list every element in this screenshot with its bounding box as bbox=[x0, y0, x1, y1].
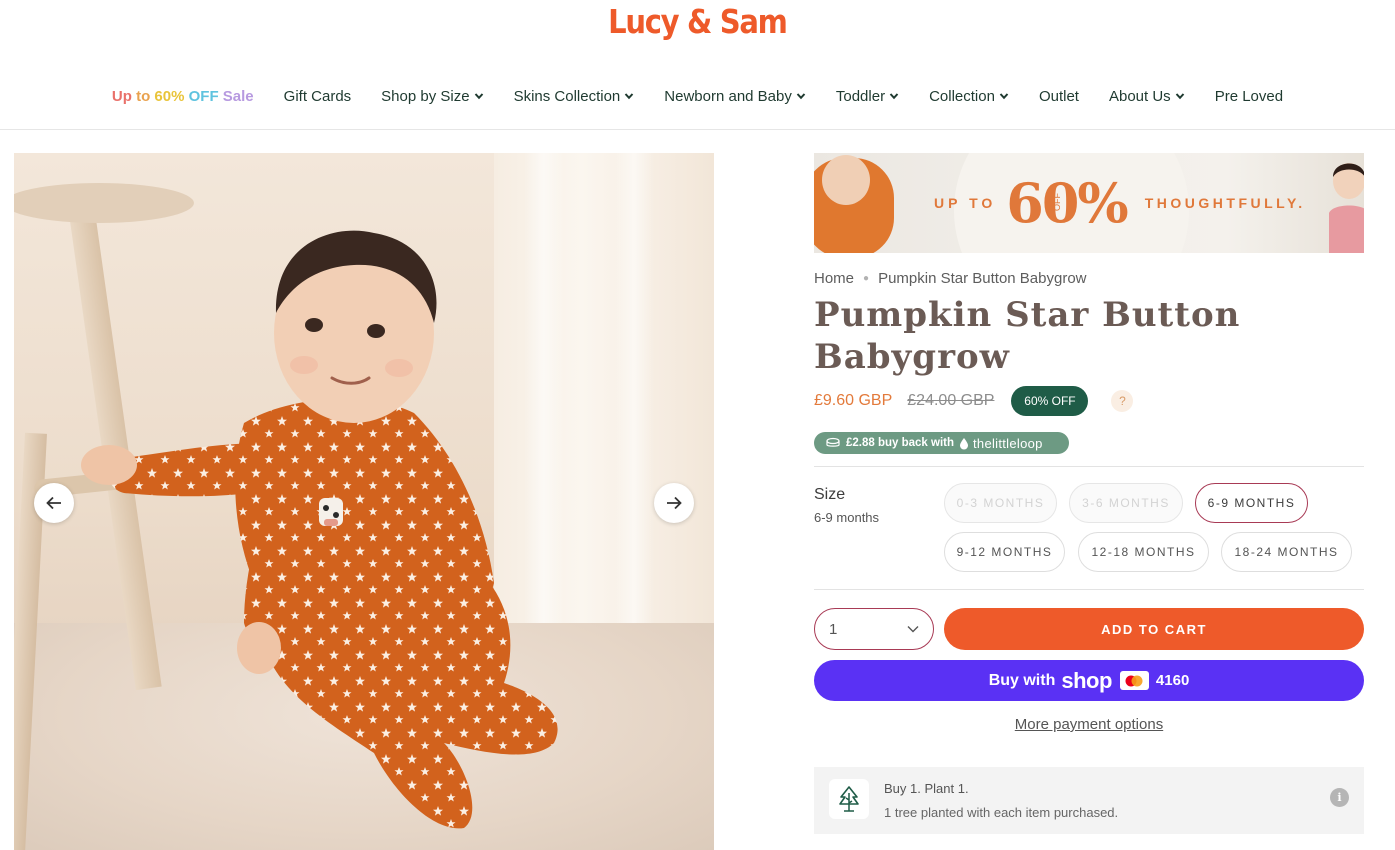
banner-off: OFF bbox=[1052, 193, 1062, 211]
nav-label: Gift Cards bbox=[283, 87, 352, 105]
nav-item-shop-by-size[interactable]: Shop by Size bbox=[381, 86, 483, 106]
breadcrumb-home[interactable]: Home bbox=[814, 270, 854, 287]
product-title: Pumpkin Star Button Babygrow bbox=[814, 295, 1241, 377]
chevron-down-icon bbox=[1175, 93, 1184, 100]
chevron-down-icon bbox=[889, 93, 899, 100]
info-icon[interactable]: i bbox=[1330, 788, 1349, 807]
shop-pay-prefix: Buy with bbox=[988, 671, 1056, 689]
banner-up-to: UP TO bbox=[934, 195, 997, 211]
nav-item-about-us[interactable]: About Us bbox=[1109, 86, 1185, 106]
nav-item-toddler[interactable]: Toddler bbox=[836, 86, 899, 106]
banner-text: UP TO 60% THOUGHTFULLY. bbox=[934, 171, 1306, 235]
main-nav: Up to 60% OFF Sale Gift Cards Shop by Si… bbox=[0, 86, 1395, 106]
chevron-down-icon bbox=[796, 93, 806, 100]
breadcrumb-current: Pumpkin Star Button Babygrow bbox=[878, 270, 1087, 287]
quantity-select[interactable]: 1 bbox=[814, 608, 934, 650]
header-divider bbox=[0, 129, 1395, 130]
nav-item-pre-loved[interactable]: Pre Loved bbox=[1215, 86, 1283, 106]
arrow-left-icon bbox=[46, 496, 61, 510]
nav-item-sale[interactable]: Up to 60% OFF Sale bbox=[112, 86, 254, 106]
nav-label: Newborn and Baby bbox=[664, 87, 792, 105]
nav-item-outlet[interactable]: Outlet bbox=[1039, 86, 1079, 106]
quantity-value: 1 bbox=[829, 620, 838, 638]
nav-item-newborn-and-baby[interactable]: Newborn and Baby bbox=[664, 86, 806, 106]
buyback-text: £2.88 buy back with bbox=[846, 437, 955, 449]
arrow-right-icon bbox=[667, 496, 682, 510]
chevron-down-icon bbox=[474, 93, 483, 100]
divider bbox=[814, 589, 1364, 590]
plant-title: Buy 1. Plant 1. bbox=[884, 781, 969, 796]
size-option-9-12-months[interactable]: 9-12 MONTHS bbox=[944, 532, 1065, 572]
sale-price: £9.60 GBP bbox=[814, 392, 893, 409]
baby-illustration bbox=[81, 230, 558, 829]
coins-icon bbox=[826, 437, 840, 447]
buyback-badge[interactable]: £2.88 buy back with thelittleloop bbox=[814, 432, 1069, 454]
nav-item-gift-cards[interactable]: Gift Cards bbox=[284, 86, 352, 106]
nav-label: Collection bbox=[929, 87, 995, 105]
sale-word-to: to bbox=[131, 87, 155, 105]
nav-label: Outlet bbox=[1038, 87, 1079, 105]
sale-word-up: Up bbox=[111, 87, 132, 105]
product-image bbox=[14, 153, 714, 850]
chevron-down-icon bbox=[625, 93, 634, 100]
sale-word-sale: Sale bbox=[218, 87, 254, 105]
compare-price: £24.00 GBP bbox=[907, 392, 995, 409]
banner-percent: 60% bbox=[1006, 171, 1128, 235]
nav-label: About Us bbox=[1108, 87, 1171, 105]
nav-label: Pre Loved bbox=[1214, 87, 1284, 105]
loop-drop-icon bbox=[960, 437, 969, 449]
card-last4: 4160 bbox=[1155, 672, 1190, 689]
banner-tagline: THOUGHTFULLY. bbox=[1144, 195, 1306, 211]
size-option-0-3-months[interactable]: 0-3 MONTHS bbox=[944, 483, 1057, 523]
nav-label: Shop by Size bbox=[381, 87, 470, 105]
price-row: £9.60 GBP £24.00 GBP 60% OFF ? bbox=[814, 386, 1134, 416]
sale-word-percent: 60% bbox=[154, 87, 185, 105]
logo[interactable]: Lucy & Sam bbox=[0, 2, 1395, 41]
nav-label: Toddler bbox=[835, 87, 886, 105]
prev-image-button[interactable] bbox=[34, 483, 74, 523]
size-option-18-24-months[interactable]: 18-24 MONTHS bbox=[1221, 532, 1352, 572]
nav-label: Skins Collection bbox=[513, 87, 621, 105]
buyback-brand: thelittleloop bbox=[973, 435, 1043, 451]
size-selected-value: 6-9 months bbox=[814, 510, 880, 525]
discount-badge: 60% OFF bbox=[1011, 386, 1089, 416]
plant-a-tree-box: Buy 1. Plant 1. 1 tree planted with each… bbox=[814, 767, 1364, 834]
size-option-12-18-months[interactable]: 12-18 MONTHS bbox=[1078, 532, 1209, 572]
nav-item-skins-collection[interactable]: Skins Collection bbox=[514, 86, 635, 106]
help-icon[interactable]: ? bbox=[1111, 390, 1134, 412]
size-option-3-6-months[interactable]: 3-6 MONTHS bbox=[1069, 483, 1183, 523]
next-image-button[interactable] bbox=[654, 483, 694, 523]
divider bbox=[814, 466, 1364, 467]
nav-item-collection[interactable]: Collection bbox=[929, 86, 1009, 106]
add-to-cart-button[interactable]: ADD TO CART bbox=[944, 608, 1364, 650]
breadcrumb-separator: ● bbox=[863, 273, 870, 284]
promo-banner[interactable]: UP TO 60% THOUGHTFULLY. OFF bbox=[814, 153, 1364, 253]
banner-baby-head bbox=[822, 155, 870, 205]
more-payment-options-link[interactable]: More payment options bbox=[814, 716, 1364, 733]
mastercard-icon bbox=[1119, 671, 1149, 690]
chevron-down-icon bbox=[999, 93, 1009, 100]
logo-text: Lucy & Sam bbox=[608, 2, 788, 41]
size-option-6-9-months[interactable]: 6-9 MONTHS bbox=[1195, 483, 1308, 523]
tree-icon bbox=[829, 779, 869, 819]
chevron-down-icon bbox=[907, 626, 919, 633]
sale-word-off: OFF bbox=[184, 87, 219, 105]
shop-pay-brand: shop bbox=[1061, 667, 1112, 693]
breadcrumb: Home ● Pumpkin Star Button Babygrow bbox=[814, 270, 1087, 287]
plant-subtitle: 1 tree planted with each item purchased. bbox=[884, 805, 1119, 820]
size-label: Size bbox=[814, 486, 846, 503]
shop-pay-button[interactable]: Buy with shop 4160 bbox=[814, 660, 1364, 701]
banner-girl-photo bbox=[1329, 163, 1364, 253]
